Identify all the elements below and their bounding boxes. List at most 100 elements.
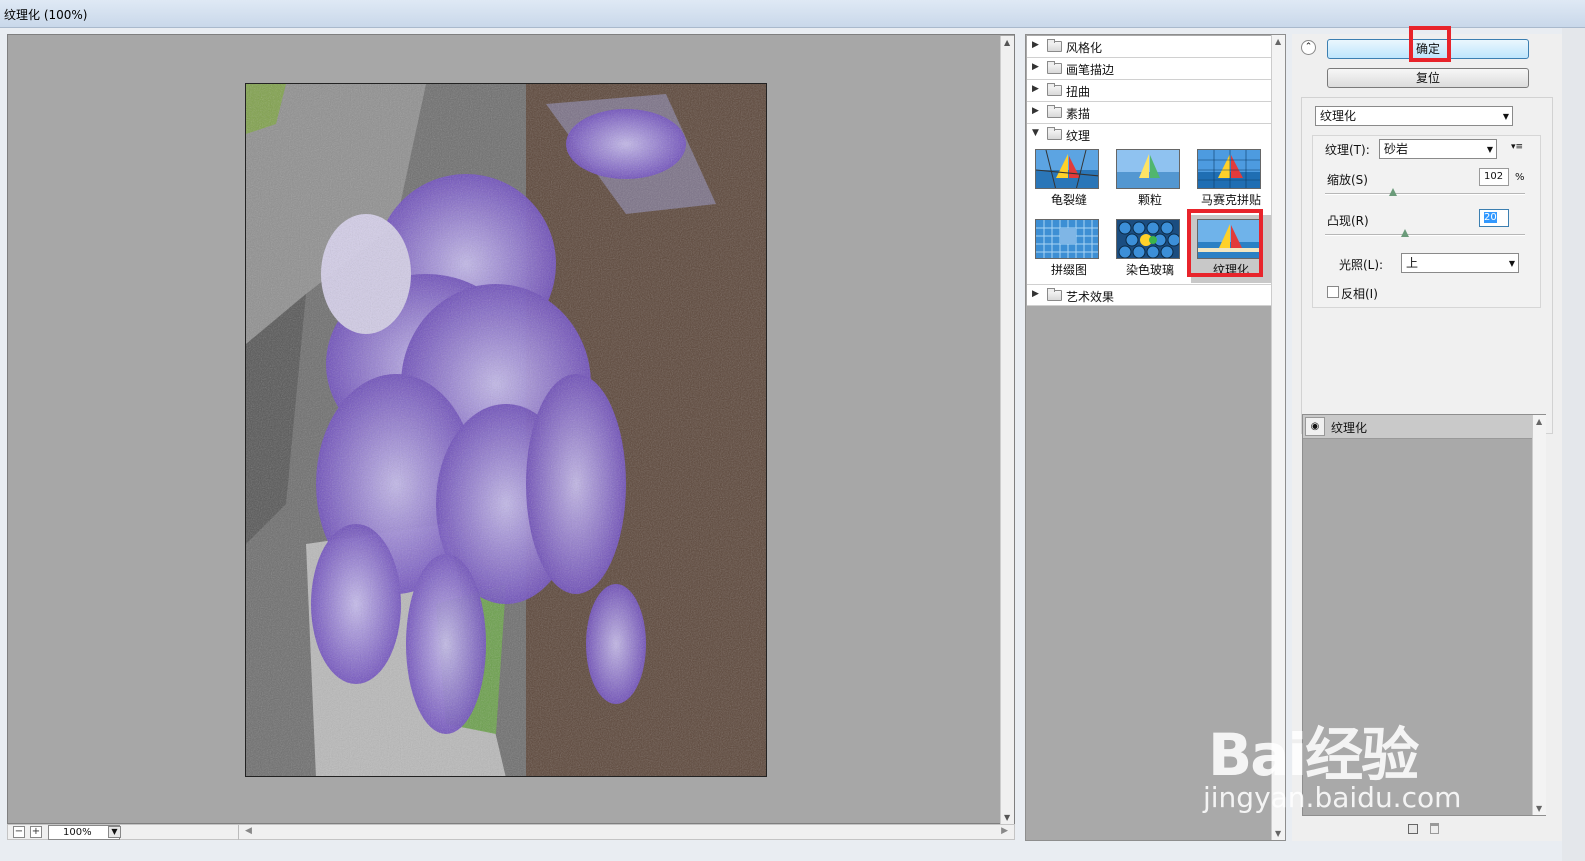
chevron-down-icon: ▼ (1502, 112, 1509, 121)
filter-select-value: 纹理化 (1320, 109, 1357, 123)
expand-triangle-icon[interactable]: ▶ (1032, 40, 1039, 50)
scroll-down-arrow-icon[interactable]: ▼ (1536, 804, 1542, 813)
scroll-up-arrow-icon[interactable]: ▲ (1275, 37, 1281, 46)
thumbnail-image (1116, 149, 1180, 189)
folder-icon (1047, 105, 1062, 118)
zoom-level-text: 100% (63, 827, 92, 838)
texture-filter-grid: 龟裂缝 颗粒 马赛克拼贴 拼缀图 染色玻璃 纹理化 (1027, 145, 1271, 284)
light-select-value: 上 (1406, 256, 1419, 270)
folder-icon (1047, 39, 1062, 52)
scale-slider-knob[interactable] (1389, 188, 1397, 196)
category-label: 扭曲 (1066, 85, 1091, 99)
folder-icon (1047, 83, 1062, 96)
texture-menu-icon[interactable]: ▾≡ (1511, 142, 1523, 152)
wisteria-photo (246, 84, 766, 776)
filter-thumb-stained-glass[interactable]: 染色玻璃 (1110, 215, 1190, 283)
expand-triangle-icon[interactable]: ▶ (1032, 289, 1039, 299)
category-label: 画笔描边 (1066, 63, 1115, 77)
relief-label: 凸现(R) (1327, 214, 1369, 228)
invert-checkbox[interactable] (1327, 286, 1339, 298)
parameters-group: 纹理(T): 砂岩 ▼ ▾≡ 缩放(S) 102 % 凸现(R) 20 光照(L… (1312, 135, 1541, 308)
preview-vertical-scrollbar[interactable]: ▲ ▼ (1000, 36, 1014, 824)
preview-canvas[interactable] (7, 34, 1015, 824)
window-edge (1562, 28, 1585, 861)
light-label: 光照(L): (1339, 258, 1384, 272)
invert-label: 反相(I) (1341, 287, 1378, 301)
thumbnail-image (1035, 149, 1099, 189)
category-brush-strokes[interactable]: ▶ 画笔描边 (1027, 58, 1271, 80)
filter-label: 拼缀图 (1050, 263, 1087, 277)
category-texture[interactable]: ▼ 纹理 (1027, 124, 1271, 146)
chevron-down-icon: ▼ (111, 827, 118, 836)
scroll-up-arrow-icon[interactable]: ▲ (1536, 417, 1542, 426)
gallery-vertical-scrollbar[interactable]: ▲ ▼ (1271, 35, 1285, 840)
scroll-right-arrow-icon[interactable]: ▶ (1001, 826, 1008, 836)
scale-unit: % (1515, 172, 1525, 183)
title-bar: 纹理化 (100%) (0, 0, 1585, 28)
category-label: 风格化 (1066, 41, 1103, 55)
category-sketch[interactable]: ▶ 素描 (1027, 102, 1271, 124)
folder-open-icon (1047, 127, 1062, 140)
texture-select[interactable]: 砂岩 ▼ (1379, 139, 1497, 159)
thumbnail-image (1197, 149, 1261, 189)
effect-layer-name: 纹理化 (1331, 421, 1368, 435)
expand-triangle-icon[interactable]: ▶ (1032, 84, 1039, 94)
category-label: 艺术效果 (1066, 290, 1115, 304)
collapse-gallery-icon[interactable]: ⌃ (1301, 40, 1316, 55)
preview-horizontal-scrollbar[interactable]: ◀ ▶ (238, 825, 1014, 840)
folder-icon (1047, 61, 1062, 74)
window-title: 纹理化 (100%) (4, 8, 88, 22)
thumbnail-image (1035, 219, 1099, 259)
scroll-up-arrow-icon[interactable]: ▲ (1004, 38, 1010, 47)
zoom-in-button[interactable]: + (30, 826, 42, 838)
category-label: 素描 (1066, 107, 1091, 121)
relief-slider-knob[interactable] (1401, 229, 1409, 237)
relief-input[interactable]: 20 (1479, 209, 1509, 227)
light-select[interactable]: 上 ▼ (1401, 253, 1519, 273)
filter-label: 龟裂缝 (1050, 193, 1087, 207)
scroll-down-arrow-icon[interactable]: ▼ (1275, 829, 1281, 838)
filter-label: 颗粒 (1137, 193, 1162, 207)
expand-triangle-icon[interactable]: ▶ (1032, 62, 1039, 72)
filter-select[interactable]: 纹理化 ▼ (1315, 106, 1513, 126)
scroll-left-arrow-icon[interactable]: ◀ (245, 826, 252, 836)
reset-button[interactable]: 复位 (1327, 68, 1529, 88)
filter-label: 染色玻璃 (1125, 263, 1174, 277)
eye-icon[interactable]: ◉ (1305, 417, 1325, 436)
settings-panel: ⌃ 确定 复位 纹理化 ▼ 纹理(T): 砂岩 ▼ ▾≡ 缩放(S) 102 %… (1292, 34, 1562, 841)
category-distort[interactable]: ▶ 扭曲 (1027, 80, 1271, 102)
effect-layer-item[interactable]: ◉ 纹理化 (1303, 415, 1532, 439)
filter-label: 纹理化 (1212, 263, 1249, 277)
folder-icon (1047, 288, 1062, 301)
scale-input[interactable]: 102 (1479, 168, 1509, 186)
thumbnail-image (1116, 219, 1180, 259)
relief-value: 20 (1484, 212, 1497, 223)
relief-slider-track[interactable] (1325, 229, 1525, 237)
chevron-down-icon: ▼ (1508, 259, 1515, 268)
scroll-down-arrow-icon[interactable]: ▼ (1004, 813, 1010, 822)
chevron-down-icon: ▼ (1486, 145, 1493, 154)
filter-label: 马赛克拼贴 (1200, 193, 1261, 207)
filter-thumb-texturizer[interactable]: 纹理化 (1191, 215, 1271, 283)
filter-settings-box: 纹理化 ▼ 纹理(T): 砂岩 ▼ ▾≡ 缩放(S) 102 % 凸现(R) 2… (1301, 97, 1553, 434)
filter-thumb-grain[interactable]: 颗粒 (1110, 145, 1190, 213)
ok-button[interactable]: 确定 (1327, 39, 1529, 59)
scale-slider-track[interactable] (1325, 188, 1525, 196)
filter-gallery: ▶ 风格化 ▶ 画笔描边 ▶ 扭曲 ▶ 素描 ▼ 纹理 龟裂缝 颗粒 马赛克拼贴… (1025, 34, 1286, 841)
trash-icon[interactable] (1430, 823, 1439, 834)
new-effect-layer-icon[interactable] (1408, 824, 1418, 834)
zoom-out-button[interactable]: − (13, 826, 25, 838)
texture-select-value: 砂岩 (1384, 142, 1409, 156)
filter-thumb-mosaic-tiles[interactable]: 马赛克拼贴 (1191, 145, 1271, 213)
category-stylize[interactable]: ▶ 风格化 (1027, 36, 1271, 58)
collapse-triangle-icon[interactable]: ▼ (1032, 128, 1039, 138)
expand-triangle-icon[interactable]: ▶ (1032, 106, 1039, 116)
zoom-dropdown-button[interactable]: ▼ (108, 826, 121, 838)
preview-image[interactable] (245, 83, 767, 777)
category-artistic[interactable]: ▶ 艺术效果 (1027, 284, 1271, 306)
filter-thumb-craquelure[interactable]: 龟裂缝 (1029, 145, 1109, 213)
layers-vertical-scrollbar[interactable]: ▲ ▼ (1532, 415, 1546, 815)
scale-label: 缩放(S) (1327, 173, 1368, 187)
category-label: 纹理 (1066, 129, 1091, 143)
filter-thumb-patchwork[interactable]: 拼缀图 (1029, 215, 1109, 283)
